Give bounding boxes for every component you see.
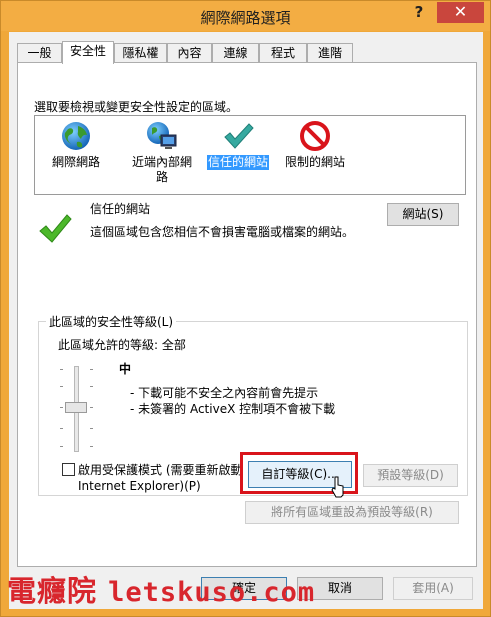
level-bullet: - 下載可能不安全之內容前會先提示 (130, 386, 319, 400)
tab-security[interactable]: 安全性 (62, 41, 114, 64)
tab-connections[interactable]: 連線 (212, 43, 259, 63)
level-bullet: - 未簽署的 ActiveX 控制項不會被下載 (130, 402, 336, 416)
zone-label: 信任的網站 (206, 155, 269, 170)
zone-label: 近端內部網 (131, 155, 192, 169)
dialog-client-area: 一般 安全性 隱私權 內容 連線 程式 進階 選取要檢視或變更安全性設定的區域。 (9, 32, 483, 609)
slider-tick (90, 407, 93, 408)
slider-tick (90, 428, 93, 429)
tab-content[interactable]: 內容 (167, 43, 212, 63)
security-tab-panel: 選取要檢視或變更安全性設定的區域。 網際網路 近端內部網 路 信任的網站 限制的… (17, 62, 477, 567)
slider-tick (60, 428, 63, 429)
tab-privacy[interactable]: 隱私權 (114, 43, 167, 63)
slider-tick (90, 446, 93, 447)
zone-internet[interactable]: 網際網路 (41, 120, 111, 170)
checkmark-icon (39, 214, 72, 243)
protected-mode-label-line1: 啟用受保護模式 (需要重新啟動 (78, 463, 243, 477)
checkmark-icon (224, 123, 254, 149)
protected-mode-label-line2: Internet Explorer)(P) (78, 479, 201, 493)
security-level-name: 中 (119, 362, 132, 376)
slider-tick (90, 386, 93, 387)
tab-general[interactable]: 一般 (17, 43, 62, 63)
zone-label: 限制的網站 (284, 155, 345, 169)
help-button[interactable]: ? (405, 3, 433, 25)
selected-zone-title: 信任的網站 (90, 202, 151, 216)
apply-button[interactable]: 套用(A) (393, 577, 473, 600)
zone-list[interactable]: 網際網路 近端內部網 路 信任的網站 限制的網站 (34, 115, 466, 195)
tab-programs[interactable]: 程式 (259, 43, 307, 63)
default-level-button[interactable]: 預設等級(D) (363, 464, 458, 487)
close-button[interactable]: ✕ (437, 2, 484, 23)
watermark-cjk: 電癮院 (7, 574, 98, 608)
globe-icon (62, 122, 90, 150)
slider-tick (60, 407, 63, 408)
zone-trusted-sites[interactable]: 信任的網站 (203, 120, 273, 170)
slider-tick (60, 386, 63, 387)
reset-all-zones-button[interactable]: 將所有區域重設為預設等級(R) (245, 501, 459, 524)
tab-advanced[interactable]: 進階 (307, 43, 353, 63)
selected-zone-description: 這個區域包含您相信不會損害電腦或檔案的網站。 (90, 225, 355, 239)
zone-label: 網際網路 (51, 155, 100, 169)
internet-options-window: 網際網路選項 ? ✕ 一般 安全性 隱私權 內容 連線 程式 進階 選取要檢視或… (0, 0, 491, 617)
zone-prompt: 選取要檢視或變更安全性設定的區域。 (34, 100, 239, 114)
zone-restricted-sites[interactable]: 限制的網站 (280, 120, 350, 170)
allowed-levels-text: 此區域允許的等級: 全部 (58, 338, 186, 352)
site-watermark: 電癮院 letskuso.com (7, 568, 315, 610)
protected-mode-checkbox[interactable] (62, 463, 75, 476)
protected-mode-label[interactable]: 啟用受保護模式 (需要重新啟動 Internet Explorer)(P) (78, 462, 258, 494)
security-level-slider-thumb[interactable] (65, 402, 87, 413)
security-level-description: - 下載可能不安全之內容前會先提示 - 未簽署的 ActiveX 控制項不會被下… (130, 385, 335, 417)
slider-tick (60, 369, 63, 370)
restricted-icon (300, 121, 330, 151)
slider-tick (60, 446, 63, 447)
zone-label-line2: 路 (155, 170, 168, 184)
sites-button[interactable]: 網站(S) (387, 203, 459, 226)
slider-tick (90, 369, 93, 370)
zone-local-intranet[interactable]: 近端內部網 路 (122, 120, 202, 185)
security-level-group-title: 此區域的安全性等級(L) (46, 313, 177, 330)
title-bar[interactable]: 網際網路選項 ? ✕ (1, 1, 490, 31)
mouse-pointer-icon (331, 476, 344, 498)
watermark-latin: letskuso.com (108, 577, 316, 608)
intranet-icon (147, 122, 177, 149)
